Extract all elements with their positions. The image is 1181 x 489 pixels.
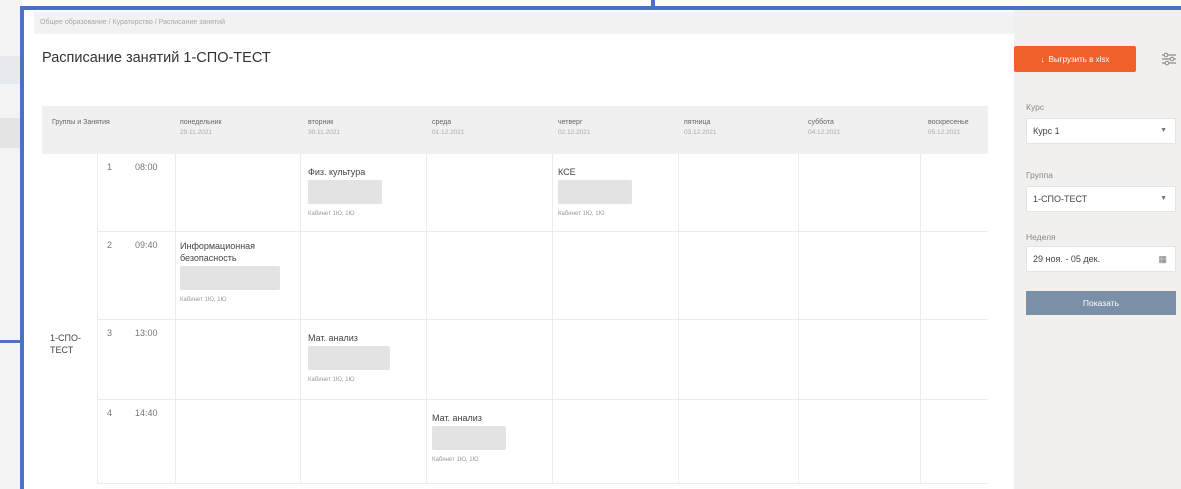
day-date: 02.12.2021	[558, 129, 591, 136]
download-icon: ↓	[1040, 54, 1045, 64]
lesson-time: 14:40	[135, 408, 158, 418]
calendar-icon[interactable]: ▦	[1158, 247, 1167, 271]
week-label: Неделя	[1026, 232, 1056, 242]
lesson-number: 4	[107, 408, 113, 418]
frame-border	[20, 6, 24, 489]
day-date: 30.11.2021	[308, 129, 341, 136]
chevron-down-icon: ▼	[1160, 127, 1167, 134]
group-select-label: Группа	[1026, 170, 1053, 180]
lesson-cell[interactable]: Мат. анализ Кабинет 1Ю, 1Ю	[432, 412, 542, 466]
group-select[interactable]: 1-СПО-ТЕСТ ▼	[1026, 186, 1176, 212]
frame-border	[655, 6, 1181, 10]
table-row: 3 13:00	[97, 320, 988, 400]
show-button[interactable]: Показать	[1026, 291, 1176, 315]
group-label: 1-СПО-ТЕСТ	[50, 333, 81, 355]
day-date: 05.12.2021	[928, 129, 961, 136]
breadcrumb[interactable]: Общее образование / Кураторство / Распис…	[34, 12, 1014, 34]
lesson-room: Кабинет 1Ю, 1Ю	[558, 211, 605, 217]
teacher-redacted	[180, 266, 280, 290]
lesson-time: 13:00	[135, 328, 158, 338]
lesson-time: 09:40	[135, 240, 158, 250]
main-content: Расписание занятий 1-СПО-ТЕСТ Группы и З…	[24, 34, 1014, 489]
table-row: 4 14:40	[97, 400, 988, 484]
background-panel	[0, 0, 22, 489]
lesson-room: Кабинет 1Ю, 1Ю	[308, 211, 355, 217]
lesson-time: 08:00	[135, 162, 158, 172]
day-date: 29.11.2021	[180, 129, 213, 136]
lesson-room: Кабинет 1Ю, 1Ю	[180, 297, 227, 303]
header-day: пятница 03.12.2021	[684, 118, 717, 138]
teacher-redacted	[308, 180, 382, 204]
day-name: вторник	[308, 119, 334, 126]
teacher-redacted	[558, 180, 632, 204]
day-name: суббота	[808, 119, 834, 126]
header-group-column: Группы и Занятия	[52, 119, 110, 126]
page-title: Расписание занятий 1-СПО-ТЕСТ	[42, 50, 271, 66]
lesson-cell[interactable]: Мат. анализ Кабинет 1Ю, 1Ю	[308, 332, 418, 386]
teacher-redacted	[432, 426, 506, 450]
background-menu-item	[0, 56, 22, 84]
header-day: среда 01.12.2021	[432, 118, 465, 138]
lesson-room: Кабинет 1Ю, 1Ю	[308, 377, 355, 383]
lesson-title: Физ. культура	[308, 167, 366, 177]
lesson-title: КСЕ	[558, 167, 576, 177]
header-day: вторник 30.11.2021	[308, 118, 340, 138]
lesson-cell[interactable]: Физ. культура Кабинет 1Ю, 1Ю	[308, 166, 418, 220]
course-value: Курс 1	[1033, 126, 1060, 136]
background-menu-item	[0, 118, 22, 148]
table-header: Группы и Занятия понедельник 29.11.2021 в…	[42, 106, 988, 154]
lesson-number: 3	[107, 328, 113, 338]
table-row: 1 08:00	[97, 154, 988, 232]
frame-border	[20, 6, 652, 10]
day-date: 03.12.2021	[684, 129, 717, 136]
chevron-down-icon: ▼	[1160, 195, 1167, 202]
lesson-title: Мат. анализ	[432, 413, 482, 423]
course-label: Курс	[1026, 102, 1045, 112]
header-day: суббота 04.12.2021	[808, 118, 841, 138]
lesson-title: Мат. анализ	[308, 333, 358, 343]
teacher-redacted	[308, 346, 390, 370]
lesson-cell[interactable]: КСЕ Кабинет 1Ю, 1Ю	[558, 166, 668, 220]
lesson-room: Кабинет 1Ю, 1Ю	[432, 457, 479, 463]
lesson-title: Информационная безопасность	[180, 241, 256, 263]
day-name: четверг	[558, 119, 583, 126]
day-name: среда	[432, 119, 452, 126]
lesson-cell[interactable]: Информационная безопасность Кабинет 1Ю, …	[180, 240, 292, 306]
lesson-number: 2	[107, 240, 113, 250]
export-xlsx-button[interactable]: ↓ Выгрузить в xlsx	[1014, 46, 1136, 72]
frame-border	[0, 340, 22, 343]
export-label: Выгрузить в xlsx	[1048, 54, 1110, 64]
lesson-number: 1	[107, 162, 113, 172]
filter-settings-icon[interactable]	[1160, 50, 1178, 68]
group-value: 1-СПО-ТЕСТ	[1033, 194, 1088, 204]
header-day: понедельник 29.11.2021	[180, 118, 222, 138]
day-name: понедельник	[180, 119, 222, 126]
day-name: воскресенье	[928, 119, 969, 126]
day-date: 04.12.2021	[808, 129, 841, 136]
course-select[interactable]: Курс 1 ▼	[1026, 118, 1176, 144]
header-day: воскресенье 05.12.2021	[928, 118, 969, 138]
header-day: четверг 02.12.2021	[558, 118, 591, 138]
day-name: пятница	[684, 119, 711, 126]
day-date: 01.12.2021	[432, 129, 465, 136]
week-picker[interactable]: 29 ноя. - 05 дек. ▦	[1026, 246, 1176, 272]
week-value: 29 ноя. - 05 дек.	[1033, 254, 1101, 264]
